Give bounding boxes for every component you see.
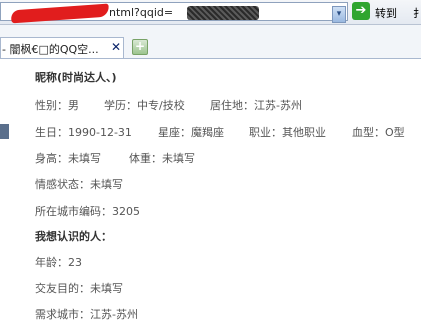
blood-type-field: 血型：O型	[352, 126, 405, 139]
age-field: 年龄：23	[35, 256, 82, 269]
tab-label: - 闇枫€□的QQ空...	[2, 43, 99, 56]
tab-strip: - 闇枫€□的QQ空... ✕ +	[0, 25, 421, 59]
zodiac-field: 星座：魔羯座	[158, 126, 224, 139]
address-toolbar: ntml?qqid= ▾ ➔ 转到 扌	[0, 0, 421, 25]
go-arrow-icon[interactable]: ➔	[352, 2, 370, 20]
want-to-meet-heading: 我想认识的人：	[35, 230, 112, 243]
side-marker	[0, 124, 9, 139]
education-field: 学历：中专/技校	[104, 99, 185, 112]
birthday-field: 生日：1990-12-31	[35, 126, 132, 139]
go-button[interactable]: 转到	[375, 5, 397, 21]
address-text: ntml?qqid=	[109, 6, 174, 19]
close-icon[interactable]: ✕	[111, 40, 121, 54]
residence-field: 居住地：江苏-苏州	[210, 99, 302, 112]
new-tab-icon[interactable]: +	[132, 39, 148, 55]
occupation-field: 职业：其他职业	[249, 126, 326, 139]
redaction-mark-red	[10, 3, 110, 24]
city-code-field: 所在城市编码：3205	[35, 205, 140, 218]
desired-city-field: 需求城市：江苏-苏州	[35, 308, 138, 321]
height-field: 身高：未填写	[35, 152, 101, 165]
gender-field: 性别：男	[35, 99, 79, 112]
address-dropdown-button[interactable]: ▾	[332, 6, 346, 23]
tab-active[interactable]: - 闇枫€□的QQ空... ✕	[0, 37, 124, 58]
redaction-mark-dark	[187, 6, 259, 20]
toolbar-overflow-label[interactable]: 扌	[413, 5, 421, 21]
address-input[interactable]: ntml?qqid= ▾	[0, 2, 348, 24]
purpose-field: 交友目的：未填写	[35, 282, 123, 295]
nickname-heading: 昵称(时尚达人、)	[35, 71, 117, 84]
chevron-down-icon: ▾	[336, 9, 342, 19]
weight-field: 体重：未填写	[129, 152, 195, 165]
relationship-field: 情感状态：未填写	[35, 178, 123, 191]
